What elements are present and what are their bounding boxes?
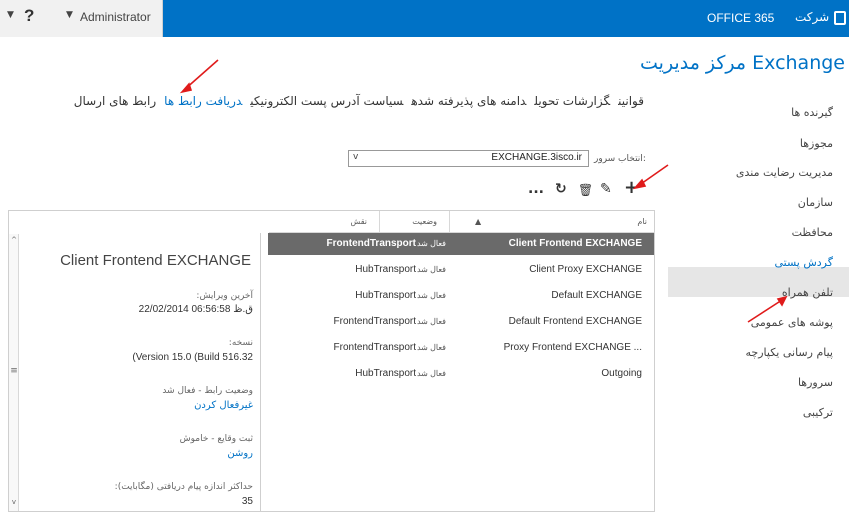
cell-name: Client Proxy EXCHANGE: [529, 264, 642, 275]
help-button[interactable]: ?: [24, 6, 34, 26]
table-row[interactable]: Default Frontend EXCHANGE فعال شد Frontend…: [268, 311, 654, 333]
table-row[interactable]: Default EXCHANGE فعال شد HubTransport: [268, 285, 654, 307]
sidebar-item[interactable]: سرورها: [798, 376, 833, 389]
last-modified-label: آخرین ویرایش:: [196, 291, 253, 301]
chevron-down-icon[interactable]: ▼: [66, 10, 73, 20]
cell-role: FrontendTransport: [326, 238, 416, 249]
page-title: مرکز مدیریت Exchange: [640, 52, 845, 74]
logging-status-text: ثبت وقایع - خاموش: [179, 434, 253, 444]
last-modified-value: 22/02/2014 06:56:58 ق.ظ: [138, 304, 253, 315]
column-divider: [449, 211, 450, 233]
scroll-down-icon[interactable]: v: [9, 498, 19, 506]
details-title: Client Frontend EXCHANGE: [60, 252, 251, 269]
company-link[interactable]: شرکت: [795, 10, 829, 24]
sidebar-item[interactable]: ترکیبی: [803, 406, 833, 419]
column-header-status[interactable]: وضعیت: [412, 217, 437, 226]
more-icon[interactable]: ...: [528, 181, 544, 197]
cell-name: Client Frontend EXCHANGE: [508, 238, 642, 249]
cell-role: HubTransport: [355, 290, 416, 301]
server-select[interactable]: EXCHANGE.3isco.ir v: [348, 150, 589, 167]
top-bar: ▼ ? ▼ Administrator OFFICE 365 شرکت: [0, 0, 849, 37]
connector-status-text: وضعیت رابط - فعال شد: [162, 386, 253, 396]
sidebar-item[interactable]: تلفن همراه: [782, 286, 833, 299]
cell-name: Proxy Frontend EXCHANGE ...: [503, 342, 642, 353]
tab[interactable]: دامنه های پذیرفته شده: [411, 94, 526, 108]
sidebar-item[interactable]: گیرنده ها: [791, 106, 833, 119]
tab[interactable]: گزارشات تحویل: [534, 94, 610, 108]
cell-status: فعال شد: [416, 239, 446, 248]
office-logo-icon[interactable]: [834, 11, 846, 25]
version-value: (Version 15.0 (Build 516.32: [132, 352, 253, 363]
user-menu[interactable]: Administrator: [80, 10, 151, 24]
table-row[interactable]: Client Frontend EXCHANGE فعال شد FrontendT…: [268, 233, 654, 255]
add-icon[interactable]: +: [624, 177, 639, 198]
table-header: نام ▲ وضعیت نقش: [269, 211, 655, 233]
arrow-head: [179, 82, 193, 94]
details-pane: [8, 233, 261, 512]
column-divider: [379, 211, 380, 233]
cell-name: Default EXCHANGE: [551, 290, 642, 301]
chevron-down-icon[interactable]: ▼: [7, 10, 14, 20]
scroll-thumb-icon[interactable]: ≡: [9, 366, 19, 376]
arrow-to-add-button: [637, 164, 669, 187]
server-select-value: EXCHANGE.3isco.ir: [491, 152, 582, 163]
cell-name: Default Frontend EXCHANGE: [508, 316, 642, 327]
cell-role: FrontendTransport: [333, 316, 416, 327]
tab[interactable]: سیاست آدرس پست الکترونیکی: [250, 94, 403, 108]
cell-status: فعال شد: [416, 317, 446, 326]
tab[interactable]: دریافت رابط ها: [164, 94, 242, 108]
table-row[interactable]: Client Proxy EXCHANGE فعال شد HubTransport: [268, 259, 654, 281]
server-select-label: انتخاب سرور:: [594, 154, 646, 164]
sidebar-item[interactable]: مجوزها: [800, 137, 833, 150]
sidebar-item[interactable]: مدیریت رضایت مندی: [736, 166, 833, 179]
version-label: نسخه:: [228, 338, 253, 348]
cell-role: HubTransport: [355, 368, 416, 379]
cell-status: فعال شد: [416, 343, 446, 352]
column-header-name[interactable]: نام: [637, 217, 647, 226]
sidebar-item[interactable]: پوشه های عمومی: [751, 316, 833, 329]
disable-link[interactable]: غیرفعال کردن: [194, 400, 253, 411]
delete-icon[interactable]: 🗑: [578, 183, 593, 197]
cell-role: FrontendTransport: [333, 342, 416, 353]
nav-tabs: قوانین گزارشات تحویل دامنه های پذیرفته شده…: [66, 94, 644, 108]
tab[interactable]: رابط های ارسال: [74, 94, 156, 108]
sidebar-item[interactable]: پیام رسانی یکپارچه: [746, 346, 833, 359]
max-size-value: 35: [241, 496, 253, 507]
top-bar-user-area: ▼ ? ▼ Administrator: [0, 0, 163, 37]
enable-logging-link[interactable]: روشن: [227, 448, 253, 459]
cell-name: Outgoing: [601, 368, 642, 379]
details-scrollbar[interactable]: ^ ≡ v: [9, 234, 19, 511]
sidebar-item[interactable]: سازمان: [798, 196, 833, 209]
chevron-down-icon: v: [353, 152, 359, 162]
edit-icon[interactable]: ✎: [600, 181, 612, 197]
sort-ascending-icon[interactable]: ▲: [475, 217, 481, 226]
scroll-up-icon[interactable]: ^: [9, 236, 19, 244]
cell-status: فعال شد: [416, 265, 446, 274]
table-row[interactable]: Proxy Frontend EXCHANGE ... فعال شد Fronte…: [268, 337, 654, 359]
cell-status: فعال شد: [416, 369, 446, 378]
max-size-label: حداکثر اندازه پیام دریافتی (مگابایت):: [114, 482, 253, 492]
sidebar-item[interactable]: گردش پستی: [775, 256, 834, 269]
tab[interactable]: قوانین: [618, 94, 644, 108]
office365-link[interactable]: OFFICE 365: [707, 11, 774, 25]
arrow-to-receive-connectors: [183, 59, 219, 91]
cell-role: HubTransport: [355, 264, 416, 275]
sidebar-item[interactable]: محافظت: [792, 226, 833, 239]
cell-status: فعال شد: [416, 291, 446, 300]
refresh-icon[interactable]: ↻: [555, 181, 567, 197]
column-header-role[interactable]: نقش: [351, 217, 367, 226]
table-row[interactable]: Outgoing فعال شد HubTransport: [268, 363, 654, 385]
